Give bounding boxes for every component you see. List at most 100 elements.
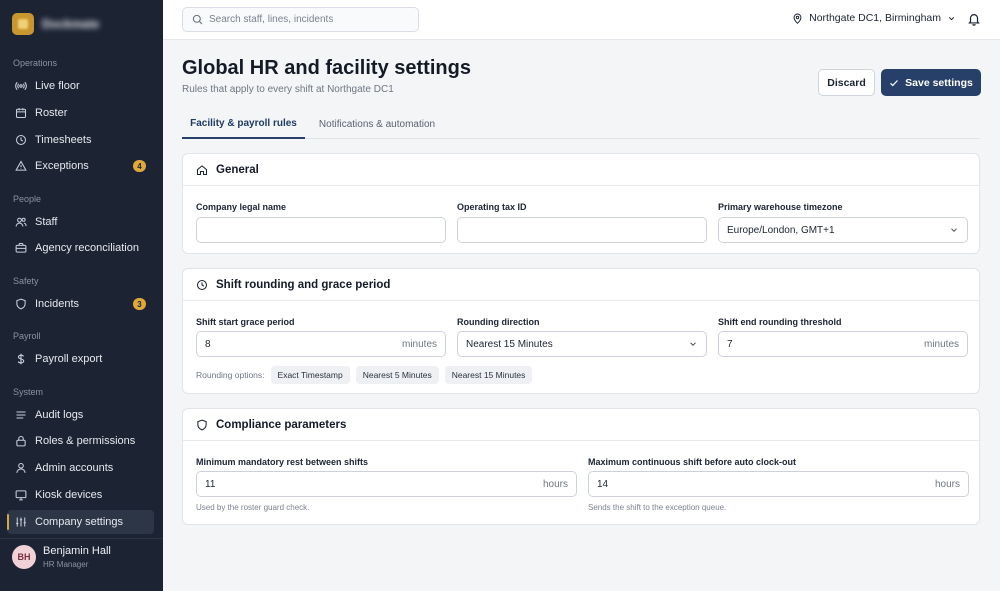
avatar: BH [12, 545, 36, 569]
max-shift-help: Sends the shift to the exception queue. [588, 503, 727, 512]
sidebar-item-admin-accounts[interactable]: Admin accounts [7, 456, 154, 480]
min-rest-input[interactable]: 11 hours [196, 471, 577, 497]
sidebar-item-label: Incidents [35, 298, 80, 310]
company-legal-name-label: Company legal name [196, 202, 287, 212]
shield-icon [15, 298, 27, 310]
location-pin-icon [793, 13, 802, 24]
grace-period-label: Shift start grace period [196, 317, 295, 327]
shield-icon [197, 419, 207, 430]
rounding-options-label: Rounding options: [196, 370, 265, 380]
sidebar-item-label: Timesheets [35, 134, 92, 146]
site-selector[interactable]: Northgate DC1, Birmingham [792, 12, 956, 24]
user-icon [15, 462, 27, 474]
sidebar-item-kiosk-devices[interactable]: Kiosk devices [7, 483, 154, 507]
site-name: Northgate DC1, Birmingham [809, 12, 941, 24]
broadcast-icon [15, 80, 27, 92]
clock-icon [196, 279, 208, 290]
bell-icon[interactable] [967, 12, 981, 26]
brand[interactable]: Dockmate [12, 12, 99, 36]
compliance-card: Compliance parameters Minimum mandatory … [182, 408, 980, 525]
topbar: Northgate DC1, Birmingham [163, 0, 1000, 40]
clock-icon [15, 134, 27, 146]
warning-icon [15, 160, 27, 172]
calendar-icon [15, 107, 27, 119]
rounding-option-chip[interactable]: Exact Timestamp [270, 366, 350, 384]
brand-logo [12, 13, 34, 35]
rounding-option-chip[interactable]: Nearest 5 Minutes [355, 366, 439, 384]
company-legal-name-field[interactable] [196, 217, 446, 243]
end-threshold-value: 7 [727, 338, 733, 350]
sidebar-item-label: Admin accounts [35, 462, 114, 474]
sidebar-item-agency-reconciliation[interactable]: Agency reconciliation [7, 236, 154, 260]
sidebar-item-incidents[interactable]: Incidents 3 [7, 292, 154, 316]
min-rest-unit: hours [542, 478, 568, 490]
save-button-label: Save settings [905, 76, 973, 89]
rounding-options: Rounding options: Exact Timestamp Neares… [196, 366, 533, 384]
tab-notifications-automation[interactable]: Notifications & automation [313, 110, 441, 139]
grace-period-value: 8 [205, 338, 211, 350]
max-shift-input[interactable]: 14 hours [588, 471, 969, 497]
chevron-down-icon [690, 342, 696, 346]
sidebar-item-audit-logs[interactable]: Audit logs [7, 403, 154, 427]
discard-button[interactable]: Discard [818, 69, 875, 96]
max-shift-label: Maximum continuous shift before auto clo… [588, 457, 797, 467]
page-subtitle: Rules that apply to every shift at North… [182, 84, 394, 95]
end-threshold-input[interactable]: 7 minutes [718, 331, 968, 357]
card-title: General [216, 163, 259, 176]
end-threshold-unit: minutes [923, 338, 959, 350]
sidebar-item-exceptions[interactable]: Exceptions 4 [7, 154, 154, 178]
sidebar-item-label: Exceptions [35, 160, 89, 172]
sidebar-item-label: Roster [35, 107, 68, 119]
min-rest-value: 11 [205, 478, 216, 490]
monitor-icon [15, 489, 27, 501]
page-title: Global HR and facility settings [182, 57, 471, 79]
dollar-icon [15, 353, 27, 365]
sidebar-item-roles-permissions[interactable]: Roles & permissions [7, 429, 154, 453]
user-role: HR Manager [43, 560, 89, 569]
briefcase-icon [15, 242, 27, 254]
user-profile[interactable]: BH Benjamin Hall HR Manager [12, 545, 111, 569]
sidebar-item-roster[interactable]: Roster [7, 101, 154, 125]
max-shift-value: 14 [597, 478, 609, 490]
lock-icon [15, 435, 27, 447]
save-settings-button[interactable]: Save settings [881, 69, 981, 96]
user-name: Benjamin Hall [43, 545, 111, 557]
brand-name: Dockmate [42, 17, 100, 31]
search-box[interactable] [182, 7, 419, 32]
sidebar-item-label: Company settings [35, 516, 124, 528]
chevron-down-icon [948, 16, 955, 20]
discard-button-label: Discard [827, 76, 866, 89]
rounding-option-chip[interactable]: Nearest 15 Minutes [444, 366, 533, 384]
sidebar-item-timesheets[interactable]: Timesheets [7, 128, 154, 152]
incidents-count-badge: 3 [133, 298, 146, 310]
chevron-down-icon [951, 228, 957, 232]
sidebar-item-label: Payroll export [35, 353, 103, 365]
search-input[interactable] [209, 14, 409, 25]
sidebar-item-staff[interactable]: Staff [7, 210, 154, 234]
warehouse-timezone-label: Primary warehouse timezone [718, 202, 843, 212]
sidebar-item-label: Roles & permissions [35, 435, 136, 447]
tab-facility-payroll-rules[interactable]: Facility & payroll rules [182, 110, 305, 139]
users-icon [15, 216, 27, 228]
operating-tax-id-field[interactable] [457, 217, 707, 243]
min-rest-help: Used by the roster guard check. [196, 503, 310, 512]
rounding-direction-label: Rounding direction [457, 317, 540, 327]
warehouse-timezone-value: Europe/London, GMT+1 [727, 224, 835, 236]
rounding-direction-select[interactable]: Nearest 15 Minutes [457, 331, 707, 357]
sidebar-item-label: Kiosk devices [35, 489, 103, 501]
settings-tabs: Facility & payroll rules Notifications &… [182, 110, 980, 139]
max-shift-unit: hours [934, 478, 960, 490]
warehouse-timezone-select[interactable]: Europe/London, GMT+1 [718, 217, 968, 243]
card-header: Shift rounding and grace period [183, 269, 979, 301]
nav-section-payroll: Payroll [13, 331, 41, 341]
check-icon [890, 79, 899, 86]
nav-section-system: System [13, 387, 44, 397]
general-card: General Company legal name Operating tax… [182, 153, 980, 254]
card-title: Compliance parameters [216, 418, 347, 431]
sidebar-item-live-floor[interactable]: Live floor [7, 74, 154, 98]
sidebar-item-company-settings[interactable]: Company settings [7, 510, 154, 534]
rounding-direction-value: Nearest 15 Minutes [466, 338, 553, 350]
grace-period-input[interactable]: 8 minutes [196, 331, 446, 357]
card-title: Shift rounding and grace period [216, 278, 391, 291]
sidebar-item-payroll-export[interactable]: Payroll export [7, 347, 154, 371]
